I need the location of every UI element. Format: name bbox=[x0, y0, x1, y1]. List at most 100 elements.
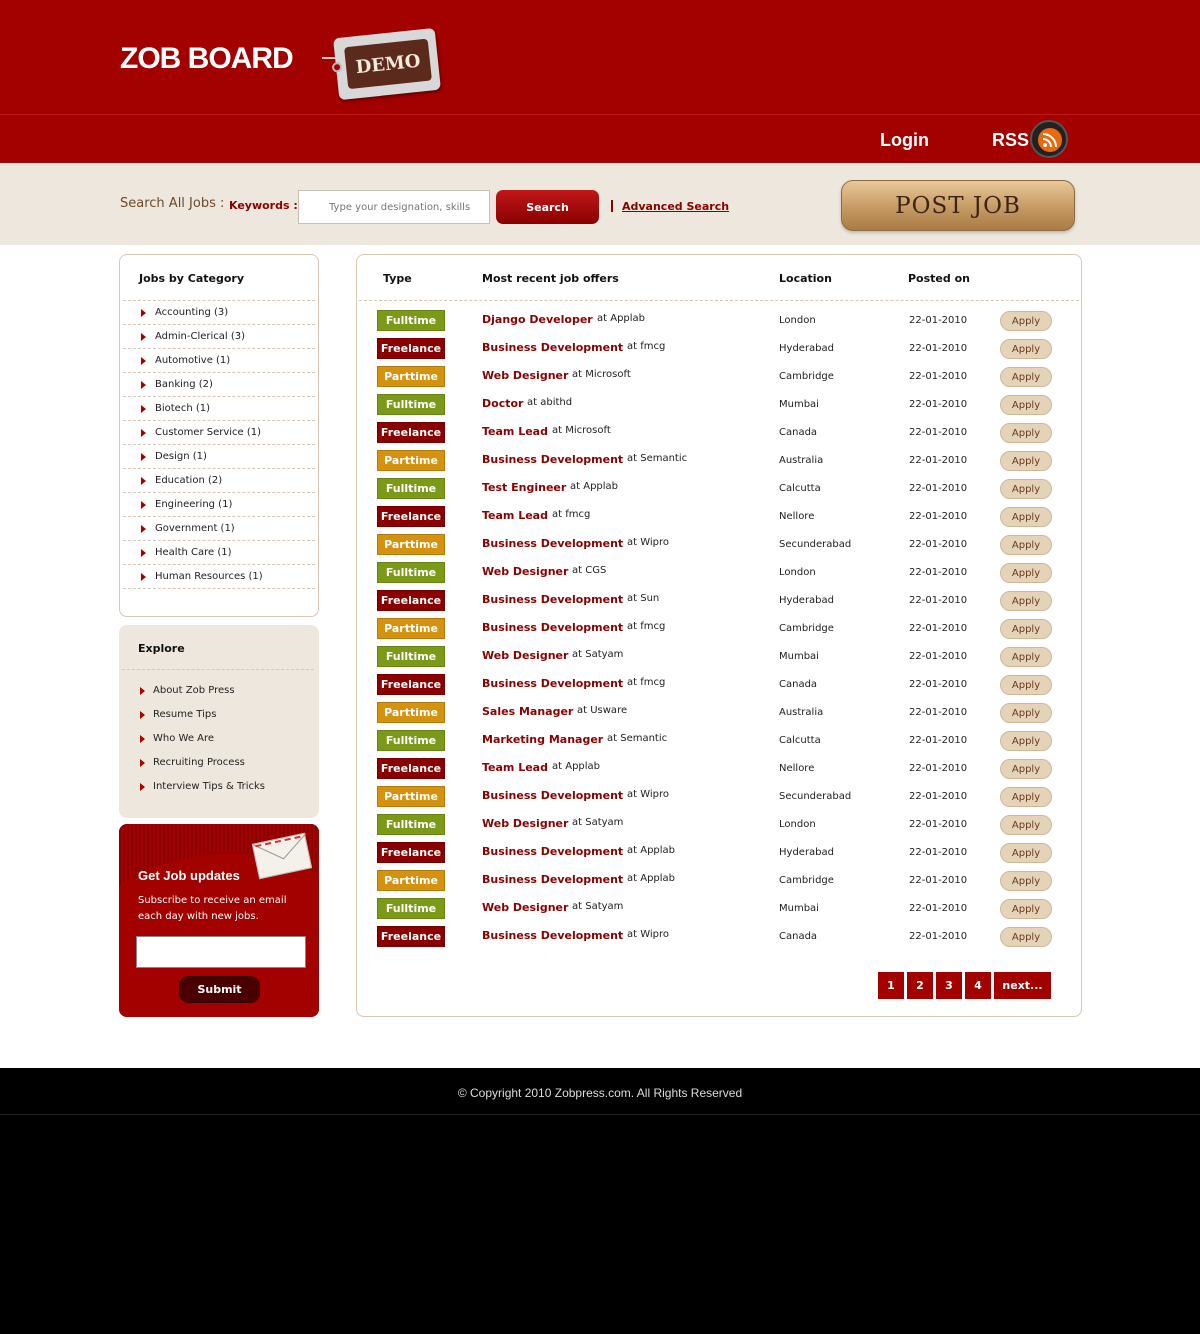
apply-button[interactable]: Apply bbox=[1000, 675, 1052, 695]
job-company: at Wipro bbox=[627, 929, 670, 940]
apply-button[interactable]: Apply bbox=[1000, 591, 1052, 611]
job-posted-date: 22-01-2010 bbox=[909, 623, 968, 634]
header-posted: Posted on bbox=[908, 272, 970, 285]
job-location: Mumbai bbox=[779, 651, 819, 662]
search-button[interactable]: Search bbox=[496, 190, 599, 224]
apply-button[interactable]: Apply bbox=[1000, 535, 1052, 555]
job-title-link[interactable]: Web Designer bbox=[482, 901, 568, 914]
category-item[interactable]: Admin-Clerical (3) bbox=[123, 325, 315, 349]
job-title-link[interactable]: Business Development bbox=[482, 593, 623, 606]
apply-button[interactable]: Apply bbox=[1000, 451, 1052, 471]
apply-button[interactable]: Apply bbox=[1000, 703, 1052, 723]
explore-item[interactable]: Who We Are bbox=[122, 727, 314, 751]
job-title-link[interactable]: Test Engineer bbox=[482, 481, 566, 494]
job-title-link[interactable]: Team Lead bbox=[482, 761, 548, 774]
job-title-link[interactable]: Business Development bbox=[482, 845, 623, 858]
apply-button[interactable]: Apply bbox=[1000, 647, 1052, 667]
job-title-link[interactable]: Web Designer bbox=[482, 565, 568, 578]
job-location: Canada bbox=[779, 427, 818, 438]
job-title-link[interactable]: Business Development bbox=[482, 929, 623, 942]
category-item[interactable]: Design (1) bbox=[123, 445, 315, 469]
copyright: © Copyright 2010 Zobpress.com. All Right… bbox=[457, 1086, 743, 1100]
apply-button[interactable]: Apply bbox=[1000, 395, 1052, 415]
apply-button[interactable]: Apply bbox=[1000, 479, 1052, 499]
apply-button[interactable]: Apply bbox=[1000, 927, 1052, 947]
logo[interactable]: ZOB BOARD bbox=[120, 42, 294, 76]
job-title-link[interactable]: Web Designer bbox=[482, 369, 568, 382]
apply-button[interactable]: Apply bbox=[1000, 507, 1052, 527]
category-item[interactable]: Engineering (1) bbox=[123, 493, 315, 517]
job-title-link[interactable]: Team Lead bbox=[482, 509, 548, 522]
job-title-link[interactable]: Business Development bbox=[482, 789, 623, 802]
keywords-input[interactable] bbox=[298, 190, 490, 224]
job-type-badge: Parttime bbox=[377, 870, 445, 891]
apply-button[interactable]: Apply bbox=[1000, 815, 1052, 835]
category-item[interactable]: Government (1) bbox=[123, 517, 315, 541]
apply-button[interactable]: Apply bbox=[1000, 563, 1052, 583]
job-title-link[interactable]: Business Development bbox=[482, 341, 623, 354]
job-posted-date: 22-01-2010 bbox=[909, 343, 968, 354]
arrow-icon bbox=[140, 711, 145, 719]
category-item[interactable]: Health Care (1) bbox=[123, 541, 315, 565]
post-job-button[interactable]: POST JOB bbox=[841, 180, 1075, 231]
job-title-link[interactable]: Web Designer bbox=[482, 817, 568, 830]
explore-item[interactable]: Recruiting Process bbox=[122, 751, 314, 775]
apply-button[interactable]: Apply bbox=[1000, 619, 1052, 639]
job-title-link[interactable]: Django Developer bbox=[482, 313, 593, 326]
apply-button[interactable]: Apply bbox=[1000, 423, 1052, 443]
apply-button[interactable]: Apply bbox=[1000, 843, 1052, 863]
category-item[interactable]: Human Resources (1) bbox=[123, 565, 315, 589]
apply-button[interactable]: Apply bbox=[1000, 787, 1052, 807]
category-item[interactable]: Banking (2) bbox=[123, 373, 315, 397]
rss-icon[interactable] bbox=[1030, 120, 1068, 158]
apply-button[interactable]: Apply bbox=[1000, 759, 1052, 779]
job-company: at CGS bbox=[572, 565, 607, 576]
job-title-link[interactable]: Business Development bbox=[482, 537, 623, 550]
job-title-link[interactable]: Business Development bbox=[482, 453, 623, 466]
login-link[interactable]: Login bbox=[880, 130, 929, 151]
job-title-link[interactable]: Business Development bbox=[482, 873, 623, 886]
page-button[interactable]: 4 bbox=[965, 972, 991, 999]
category-item[interactable]: Customer Service (1) bbox=[123, 421, 315, 445]
page-button[interactable]: 2 bbox=[907, 972, 933, 999]
page-button[interactable]: 1 bbox=[878, 972, 904, 999]
email-field[interactable] bbox=[136, 936, 306, 968]
apply-button[interactable]: Apply bbox=[1000, 899, 1052, 919]
apply-button[interactable]: Apply bbox=[1000, 367, 1052, 387]
category-item[interactable]: Accounting (3) bbox=[123, 301, 315, 325]
arrow-icon bbox=[140, 687, 145, 695]
job-title-link[interactable]: Marketing Manager bbox=[482, 733, 603, 746]
apply-button[interactable]: Apply bbox=[1000, 871, 1052, 891]
explore-item[interactable]: About Zob Press bbox=[122, 679, 314, 703]
category-item[interactable]: Biotech (1) bbox=[123, 397, 315, 421]
logo-tag: DEMO bbox=[331, 27, 441, 101]
job-company: at fmcg bbox=[627, 621, 666, 632]
explore-item[interactable]: Interview Tips & Tricks bbox=[122, 775, 314, 799]
explore-item[interactable]: Resume Tips bbox=[122, 703, 314, 727]
advanced-search-link[interactable]: Advanced Search bbox=[622, 200, 729, 213]
logo-tag-label: DEMO bbox=[344, 38, 432, 90]
job-posted-date: 22-01-2010 bbox=[909, 819, 968, 830]
job-title-link[interactable]: Team Lead bbox=[482, 425, 548, 438]
category-label: Human Resources (1) bbox=[155, 571, 263, 582]
next-page-button[interactable]: next... bbox=[994, 972, 1051, 999]
job-title-link[interactable]: Business Development bbox=[482, 621, 623, 634]
explore-label: Who We Are bbox=[153, 733, 215, 744]
rss-link[interactable]: RSS bbox=[992, 130, 1029, 151]
job-type-badge: Freelance bbox=[377, 758, 445, 779]
category-item[interactable]: Automotive (1) bbox=[123, 349, 315, 373]
job-title-link[interactable]: Business Development bbox=[482, 677, 623, 690]
job-title-link[interactable]: Sales Manager bbox=[482, 705, 573, 718]
job-type-badge: Freelance bbox=[377, 674, 445, 695]
category-item[interactable]: Education (2) bbox=[123, 469, 315, 493]
job-location: Secunderabad bbox=[779, 791, 852, 802]
table-row: Freelance Team Lead at Applab Nellore 22-01-… bbox=[357, 758, 1081, 782]
apply-button[interactable]: Apply bbox=[1000, 339, 1052, 359]
job-title-link[interactable]: Doctor bbox=[482, 397, 523, 410]
apply-button[interactable]: Apply bbox=[1000, 311, 1052, 331]
job-posted-date: 22-01-2010 bbox=[909, 371, 968, 382]
submit-button[interactable]: Submit bbox=[179, 976, 260, 1003]
job-title-link[interactable]: Web Designer bbox=[482, 649, 568, 662]
apply-button[interactable]: Apply bbox=[1000, 731, 1052, 751]
page-button[interactable]: 3 bbox=[936, 972, 962, 999]
